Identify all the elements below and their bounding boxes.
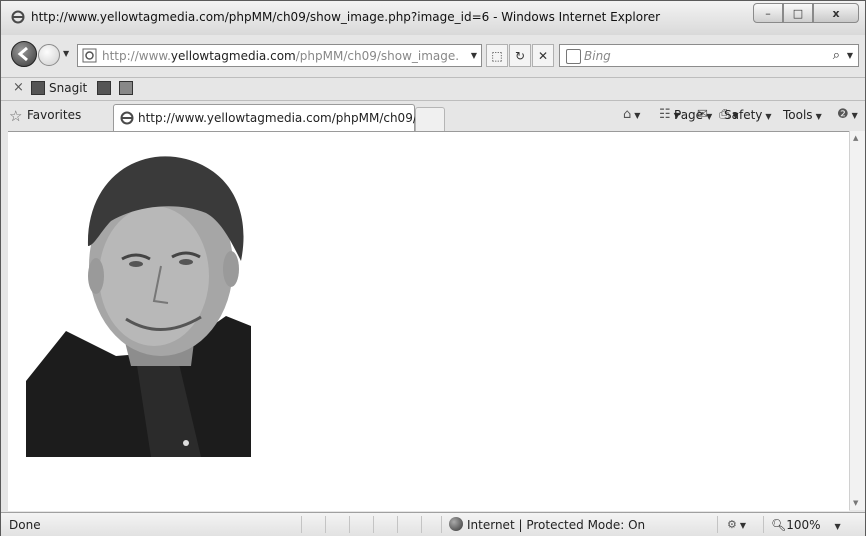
home-icon[interactable]: ⌂ ▼ [623,107,640,122]
title-bar[interactable]: http://www.yellowtagmedia.com/phpMM/ch09… [1,1,865,35]
minimize-icon: – [765,6,771,20]
vertical-scrollbar[interactable]: ▲ ▼ [849,131,865,510]
internet-zone-icon[interactable] [449,517,463,531]
security-zone[interactable]: Internet | Protected Mode: On [467,518,645,532]
status-bar: Done Internet | Protected Mode: On ⚙ ▼ 🔍︎… [1,512,865,536]
stop-button[interactable]: ✕ [532,44,554,67]
maximize-button[interactable]: □ [783,3,813,23]
window-title: http://www.yellowtagmedia.com/phpMM/ch09… [31,10,661,24]
favorites-bar: ☆ Favorites http://www.yellowtagmedia.co… [1,101,865,131]
refresh-icon: ↻ [514,48,526,63]
page-menu[interactable]: Page ▼ [674,108,712,122]
snagit-editor-icon[interactable] [119,81,133,95]
tools-menu[interactable]: Tools ▼ [783,108,822,122]
divider [1,77,865,78]
divider [301,516,302,533]
page-content [8,131,849,511]
snagit-label[interactable]: Snagit [49,81,87,95]
address-bar[interactable]: http://www.yellowtagmedia.com/phpMM/ch09… [77,44,482,67]
page-icon [82,48,97,63]
divider [421,516,422,533]
divider [763,516,764,533]
tab-current-page[interactable]: http://www.yellowtagmedia.com/phpMM/ch09… [113,104,428,131]
search-provider-icon [566,49,581,64]
favorites-star-icon[interactable]: ☆ [9,107,22,125]
help-icon[interactable]: ❷ ▼ [837,107,858,122]
snagit-toolbar: × Snagit [1,79,865,99]
forward-button[interactable] [38,44,60,66]
divider [397,516,398,533]
compatibility-icon: ⬚ [491,48,503,63]
page-icon [120,111,134,125]
scroll-down-icon[interactable]: ▼ [853,499,858,507]
window-controls: – □ x [753,3,859,25]
divider [325,516,326,533]
snagit-icon[interactable] [31,81,45,95]
close-toolbar-icon[interactable]: × [13,80,24,95]
new-tab-button[interactable] [415,107,445,131]
browser-window: http://www.yellowtagmedia.com/phpMM/ch09… [0,0,866,536]
address-dropdown[interactable]: ▼ [471,51,477,60]
close-button[interactable]: x [813,3,859,23]
status-text: Done [9,518,41,532]
stop-icon: ✕ [537,48,549,63]
recent-pages-dropdown[interactable]: ▼ [63,49,69,58]
scroll-up-icon[interactable]: ▲ [853,134,858,142]
address-url: http://www.yellowtagmedia.com/phpMM/ch09… [102,49,460,63]
tab-label: http://www.yellowtagmedia.com/phpMM/ch09… [138,111,429,125]
divider [441,516,442,533]
search-options-dropdown[interactable]: ▼ [847,51,853,60]
search-placeholder: Bing [584,49,611,63]
add-ons-icon[interactable]: ⚙ ▼ [727,518,746,531]
zoom-level[interactable]: 🔍︎100% ▼ [771,518,841,532]
safety-menu[interactable]: Safety ▼ [724,108,772,122]
divider [349,516,350,533]
divider [373,516,374,533]
divider [717,516,718,533]
back-arrow-icon [17,46,28,62]
portrait-image [26,151,251,457]
back-button[interactable] [11,41,37,67]
search-box[interactable]: Bing ⌕ ▼ [559,44,859,67]
favorites-button[interactable]: Favorites [27,108,81,122]
minimize-button[interactable]: – [753,3,783,23]
close-icon: x [832,6,840,20]
search-icon[interactable]: ⌕ [833,48,840,63]
maximize-icon: □ [792,6,804,20]
ie-logo-icon [11,10,25,24]
snagit-capture-icon[interactable] [97,81,111,95]
compatibility-view-button[interactable]: ⬚ [486,44,508,67]
navigation-bar: ▼ http://www.yellowtagmedia.com/phpMM/ch… [1,35,865,71]
refresh-button[interactable]: ↻ [509,44,531,67]
